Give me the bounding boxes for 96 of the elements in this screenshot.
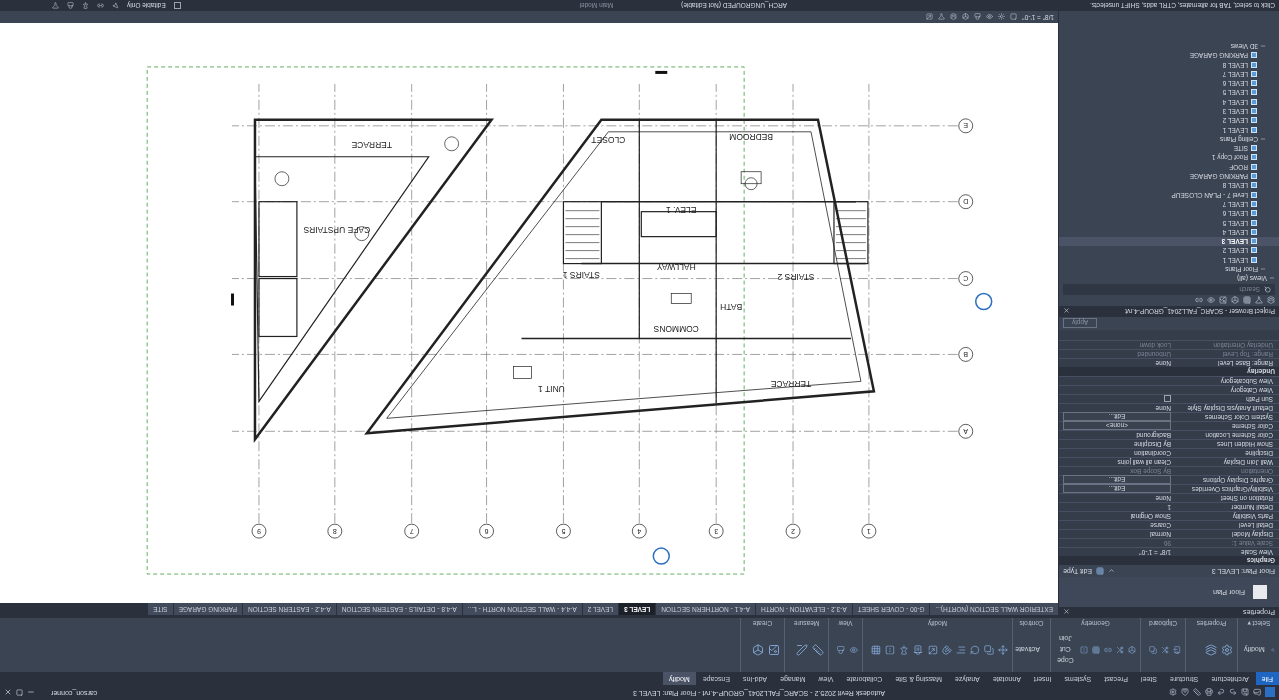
collapse-icon[interactable] — [1260, 135, 1266, 142]
tool-icon[interactable] — [768, 644, 780, 656]
selection-option-icon[interactable] — [112, 2, 119, 9]
room-label: HALLWAY — [656, 261, 696, 272]
tool-icon[interactable] — [837, 644, 846, 656]
view-control-icon[interactable] — [938, 13, 946, 21]
tool-icon[interactable] — [1149, 644, 1157, 656]
tool-icon[interactable] — [849, 644, 858, 656]
tool-icon[interactable] — [955, 644, 966, 656]
floor-plan-icon — [1253, 585, 1267, 599]
grid-bubble — [327, 523, 343, 539]
grid-bubble — [958, 347, 974, 362]
browser-tool-icon[interactable] — [1195, 296, 1203, 305]
grid-bubble — [958, 271, 974, 286]
view-control-icon[interactable] — [986, 13, 994, 21]
quick-access-icon[interactable] — [1217, 688, 1225, 697]
browser-tool-icon[interactable] — [1231, 296, 1239, 305]
browser-tool-icon[interactable] — [1243, 296, 1251, 305]
section-tail-mark — [655, 70, 668, 74]
grid-bubble — [251, 523, 267, 539]
room-label: STAIRS 1 — [562, 269, 600, 280]
tool-icon[interactable] — [969, 644, 980, 656]
close-icon[interactable] — [1063, 608, 1070, 616]
quick-access-icon[interactable] — [1181, 688, 1189, 697]
tool-icon[interactable] — [871, 644, 882, 656]
tool-icon[interactable] — [1127, 644, 1136, 656]
tool-icon[interactable] — [997, 644, 1008, 656]
section-tail-mark — [231, 293, 234, 306]
grid-bubble — [479, 523, 494, 539]
browser-tool-icon[interactable] — [1255, 296, 1263, 305]
view-control-icon[interactable] — [1010, 13, 1018, 21]
view-control-icon[interactable] — [926, 13, 934, 21]
room-label: COMMONS — [653, 324, 699, 335]
view-control-icon[interactable] — [962, 13, 970, 21]
grid-bubble — [958, 118, 974, 134]
tool-icon[interactable] — [1221, 644, 1233, 656]
tool-icon[interactable] — [1079, 644, 1088, 656]
grid-bubble — [708, 523, 724, 539]
quick-access-icon[interactable] — [1241, 688, 1249, 697]
section-head-icon — [975, 292, 993, 311]
grid-bubble — [958, 423, 974, 439]
close-icon[interactable] — [4, 688, 12, 697]
tool-icon[interactable] — [796, 644, 808, 656]
tool-icon[interactable] — [983, 644, 994, 656]
close-icon[interactable] — [1063, 307, 1070, 315]
room-label: UNIT 1 — [538, 384, 565, 395]
collapse-icon[interactable] — [1260, 42, 1266, 49]
view-control-icon[interactable] — [998, 13, 1006, 21]
selection-option-icon[interactable] — [67, 2, 74, 9]
grid-bubble — [861, 523, 877, 539]
quick-access-icon[interactable] — [1205, 688, 1213, 697]
grid-bubble — [556, 523, 571, 539]
tool-icon[interactable] — [941, 644, 952, 656]
quick-access-icon[interactable] — [1193, 688, 1201, 697]
tool-icon[interactable] — [885, 644, 896, 656]
tool-icon[interactable] — [812, 644, 824, 656]
room-label: TERRACE — [770, 379, 812, 390]
editable-only-checkbox[interactable] — [173, 2, 181, 9]
tool-icon[interactable] — [899, 644, 910, 656]
grid-bubble — [404, 523, 420, 539]
edit-type-icon — [1096, 567, 1105, 575]
maximize-icon[interactable] — [16, 689, 23, 696]
dropdown-icon[interactable] — [1108, 567, 1116, 575]
search-icon — [1264, 286, 1271, 293]
room-label: ELEV. 1 — [666, 204, 697, 215]
quick-access-icon[interactable] — [1253, 688, 1261, 697]
tool-icon[interactable] — [1173, 644, 1181, 656]
grid-bubble — [785, 523, 801, 539]
room-label: CLOSET — [591, 134, 626, 145]
selection-option-icon[interactable] — [82, 2, 89, 9]
room-label: STAIRS 2 — [777, 271, 815, 282]
view-control-icon[interactable] — [950, 13, 958, 21]
section-head-icon — [652, 547, 670, 565]
tool-icon[interactable] — [752, 644, 764, 656]
tool-icon[interactable] — [1161, 644, 1169, 656]
tool-icon[interactable] — [1091, 644, 1100, 656]
selection-option-icon[interactable] — [97, 2, 104, 9]
browser-tool-icon[interactable] — [1207, 296, 1215, 305]
room-label: BEDROOM — [729, 131, 773, 142]
selection-option-icon[interactable] — [52, 2, 59, 9]
room-label: TERRACE — [351, 139, 392, 150]
tool-icon[interactable] — [927, 644, 938, 656]
app-logo-icon — [1265, 687, 1275, 698]
quick-access-icon[interactable] — [1169, 688, 1177, 697]
browser-tool-icon[interactable] — [1219, 296, 1227, 305]
browser-tool-icon[interactable] — [1267, 296, 1275, 305]
tool-icon[interactable] — [1205, 644, 1217, 656]
room-label: CAFE UPSTAIRS — [303, 224, 371, 235]
tool-icon[interactable] — [1115, 644, 1124, 656]
view-control-icon[interactable] — [974, 13, 982, 21]
grid-bubble — [631, 523, 647, 539]
quick-access-icon[interactable] — [1229, 688, 1237, 697]
room-label: BATH — [720, 301, 743, 312]
grid-bubble — [958, 194, 974, 210]
sun-path-checkbox[interactable] — [1164, 395, 1171, 403]
tool-icon[interactable] — [913, 644, 924, 656]
